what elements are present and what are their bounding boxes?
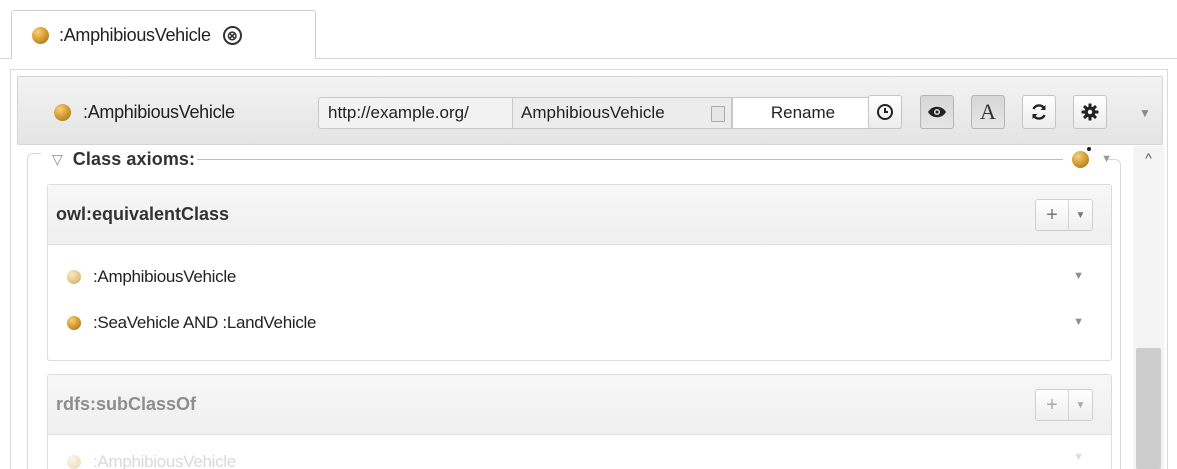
section-border [1120, 166, 1121, 469]
tab-strip: :AmphibiousVehicle ⊗ [0, 0, 1177, 59]
refresh-button[interactable] [1022, 95, 1056, 129]
collapse-toggle-icon[interactable]: ▽ [52, 151, 63, 168]
plus-icon[interactable]: + [1036, 200, 1069, 230]
view-toggle-button[interactable] [920, 95, 954, 129]
panel-header: rdfs:subClassOf + ▼ [48, 375, 1111, 435]
close-icon[interactable]: ⊗ [222, 25, 242, 45]
class-icon [67, 270, 81, 284]
entity-header: :AmphibiousVehicle http://example.org/ A… [17, 76, 1163, 145]
indicator-dot [1087, 147, 1092, 151]
section-divider [197, 158, 1064, 160]
axiom-text: :AmphibiousVehicle [93, 267, 236, 286]
iri-editor: http://example.org/ AmphibiousVehicle Re… [318, 97, 874, 129]
add-axiom-split-button: + ▼ [1035, 199, 1093, 231]
scrollbar-thumb[interactable] [1136, 348, 1161, 469]
add-axiom-split-button: + ▼ [1035, 389, 1093, 421]
panel-title: rdfs:subClassOf [56, 394, 197, 414]
refresh-icon [1032, 104, 1046, 120]
chevron-down-icon[interactable]: ▼ [1069, 390, 1092, 420]
gear-icon [1081, 103, 1099, 121]
rename-button[interactable]: Rename [732, 97, 874, 129]
chevron-down-icon[interactable]: ▼ [1069, 200, 1092, 230]
row-menu-caret[interactable]: ▼ [1073, 451, 1084, 463]
class-icon [54, 104, 71, 121]
subclass-of-panel: rdfs:subClassOf + ▼ :AmphibiousVehicle ▼ [47, 374, 1112, 469]
class-axioms-title: Class axioms: [72, 148, 196, 169]
list-item[interactable]: :SeaVehicle AND :LandVehicle ▼ [48, 300, 1111, 346]
entity-label: :AmphibiousVehicle [83, 102, 235, 122]
entity-title: :AmphibiousVehicle [54, 102, 235, 123]
tab-label: :AmphibiousVehicle [59, 24, 211, 45]
row-menu-caret[interactable]: ▼ [1073, 316, 1084, 328]
iri-local-name: AmphibiousVehicle [521, 103, 665, 122]
section-border [27, 153, 41, 167]
scroll-up-arrow-icon[interactable]: ^ [1133, 146, 1164, 170]
row-menu-caret[interactable]: ▼ [1073, 270, 1084, 282]
iri-local-name-field[interactable]: AmphibiousVehicle [512, 97, 732, 129]
section-menu-caret[interactable]: ▼ [1101, 153, 1112, 165]
settings-button[interactable] [1073, 95, 1107, 129]
class-axioms-header: ▽ Class axioms: ▼ [52, 147, 1112, 170]
new-class-axiom-button[interactable] [1069, 147, 1092, 170]
panel-title: owl:equivalentClass [56, 204, 230, 224]
axiom-list: :AmphibiousVehicle ▼ :SeaVehicle AND :La… [48, 245, 1111, 346]
axiom-text: :SeaVehicle AND :LandVehicle [93, 313, 317, 332]
class-icon [67, 316, 81, 330]
clipboard-icon[interactable] [711, 106, 725, 122]
panel-header: owl:equivalentClass + ▼ [48, 185, 1111, 245]
section-border [27, 160, 28, 469]
eye-icon [928, 106, 946, 118]
list-item[interactable]: :AmphibiousVehicle ▼ [48, 435, 1111, 469]
axiom-text: :AmphibiousVehicle [93, 452, 236, 469]
tab-amphibious-vehicle[interactable]: :AmphibiousVehicle ⊗ [11, 10, 316, 59]
header-menu-caret[interactable]: ▼ [1139, 106, 1151, 120]
class-icon [1071, 150, 1089, 168]
history-button[interactable] [868, 95, 902, 129]
plus-icon[interactable]: + [1036, 390, 1069, 420]
equivalent-class-panel: owl:equivalentClass + ▼ :AmphibiousVehic… [47, 184, 1112, 361]
class-icon [32, 26, 49, 44]
font-toggle-button[interactable]: A [971, 95, 1005, 129]
list-item[interactable]: :AmphibiousVehicle ▼ [48, 254, 1111, 300]
history-icon [877, 104, 893, 120]
class-icon [67, 455, 81, 469]
vertical-scrollbar[interactable]: ^ [1133, 146, 1164, 469]
font-icon: A [980, 99, 996, 124]
iri-prefix-field[interactable]: http://example.org/ [318, 97, 512, 129]
